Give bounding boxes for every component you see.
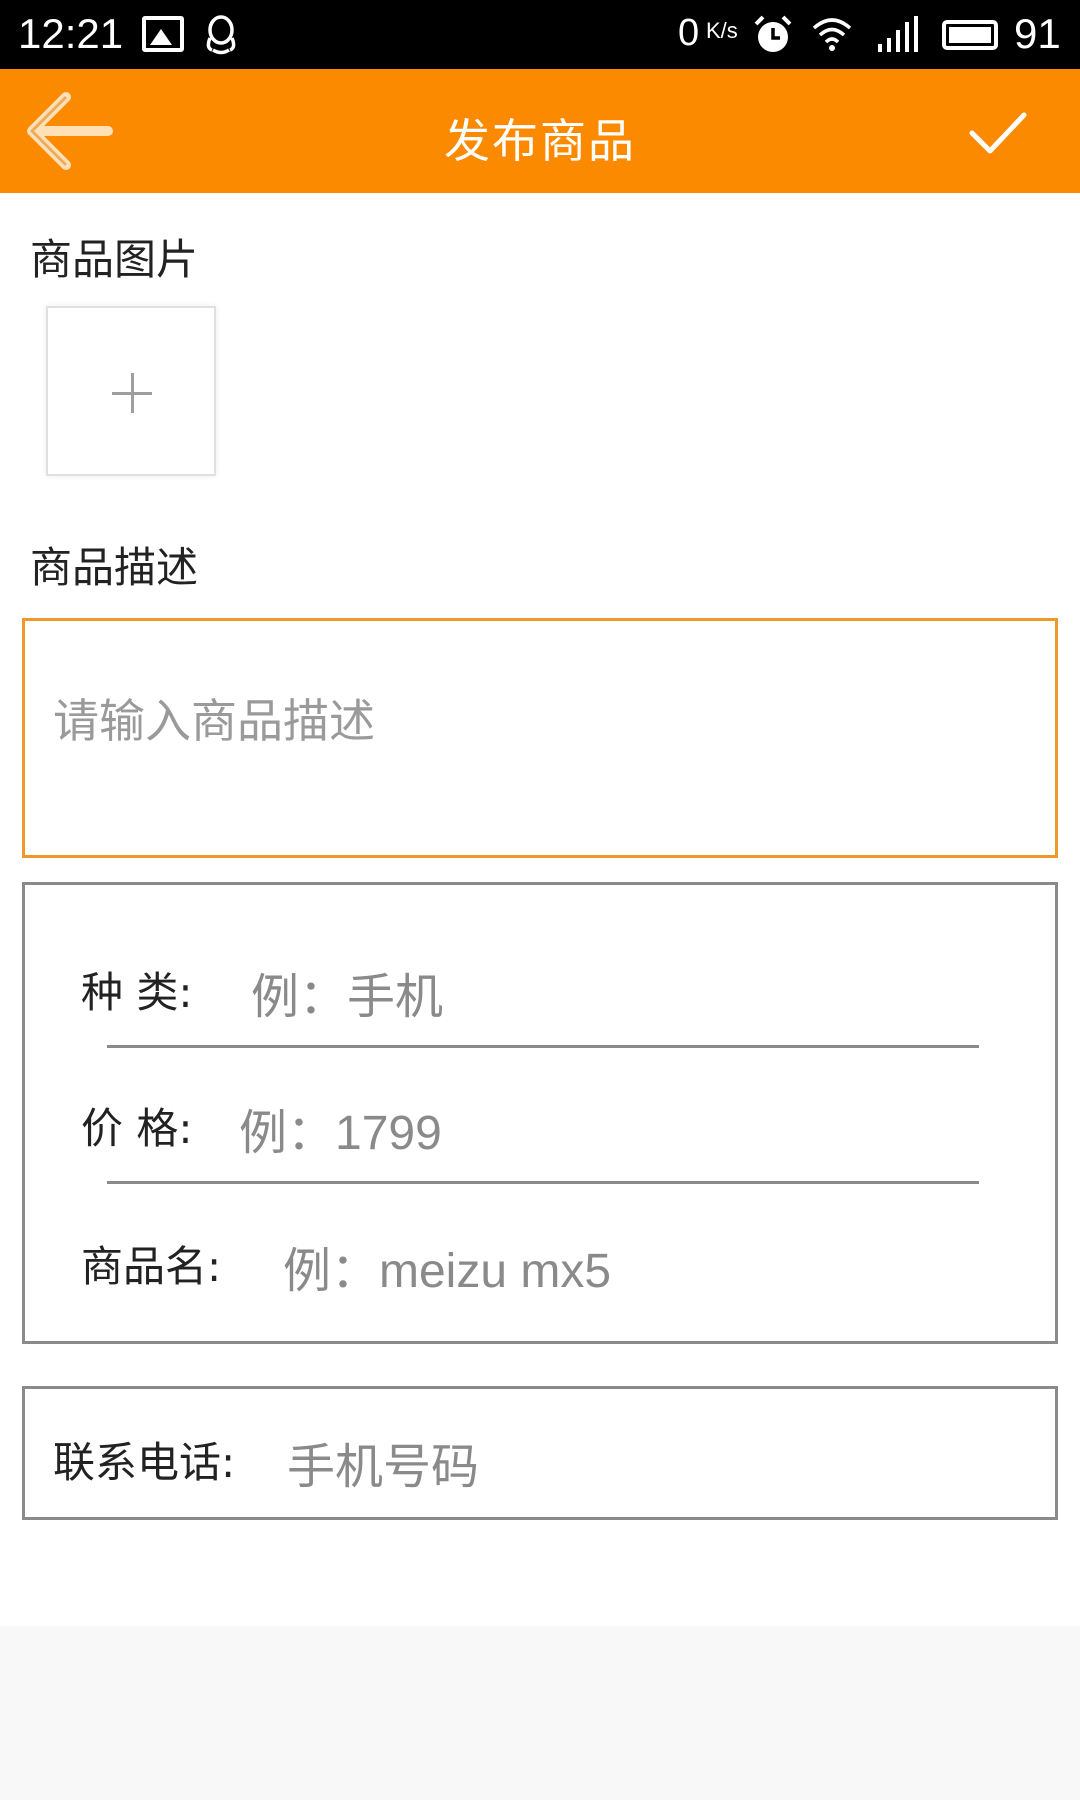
category-label: 种 类: [81, 968, 193, 1017]
bottom-spacer [0, 1626, 1080, 1800]
product-name-input[interactable]: 例：meizu mx5 [283, 1231, 611, 1301]
add-photo-button[interactable] [46, 306, 216, 476]
page-title: 发布商品 [444, 114, 636, 168]
description-placeholder: 请输入商品描述 [53, 694, 375, 748]
status-bar: 12:21 0 K/s 91 [0, 0, 1080, 69]
divider [107, 1181, 979, 1184]
photos-label: 商品图片 [30, 235, 199, 284]
description-label: 商品描述 [30, 543, 199, 592]
divider [107, 1045, 979, 1048]
category-input[interactable]: 例：手机 [251, 957, 443, 1027]
alarm-icon [754, 15, 792, 52]
wifi-icon [812, 18, 852, 51]
contact-phone-field: 联系电话: 手机号码 [22, 1386, 1058, 1520]
details-form: 种 类: 例：手机 价 格: 例：1799 商品名: 例：meizu mx5 [22, 882, 1058, 1344]
gallery-icon [142, 16, 184, 52]
net-speed: 0 [678, 12, 700, 54]
app-bar: 发布商品 [0, 69, 1080, 193]
contact-phone-input[interactable]: 手机号码 [287, 1427, 479, 1497]
description-input[interactable]: 请输入商品描述 [22, 618, 1058, 858]
checkmark-icon[interactable] [968, 109, 1028, 157]
net-speed-unit: K/s [706, 18, 738, 43]
contact-phone-label: 联系电话: [53, 1438, 236, 1487]
price-input[interactable]: 例：1799 [239, 1093, 442, 1163]
battery-icon [942, 20, 998, 50]
signal-icon [878, 16, 918, 52]
battery-level: 91 [1014, 10, 1061, 57]
qq-icon [206, 15, 236, 55]
price-label: 价 格: [81, 1104, 193, 1153]
status-time: 12:21 [18, 10, 124, 57]
product-name-label: 商品名: [81, 1242, 222, 1291]
